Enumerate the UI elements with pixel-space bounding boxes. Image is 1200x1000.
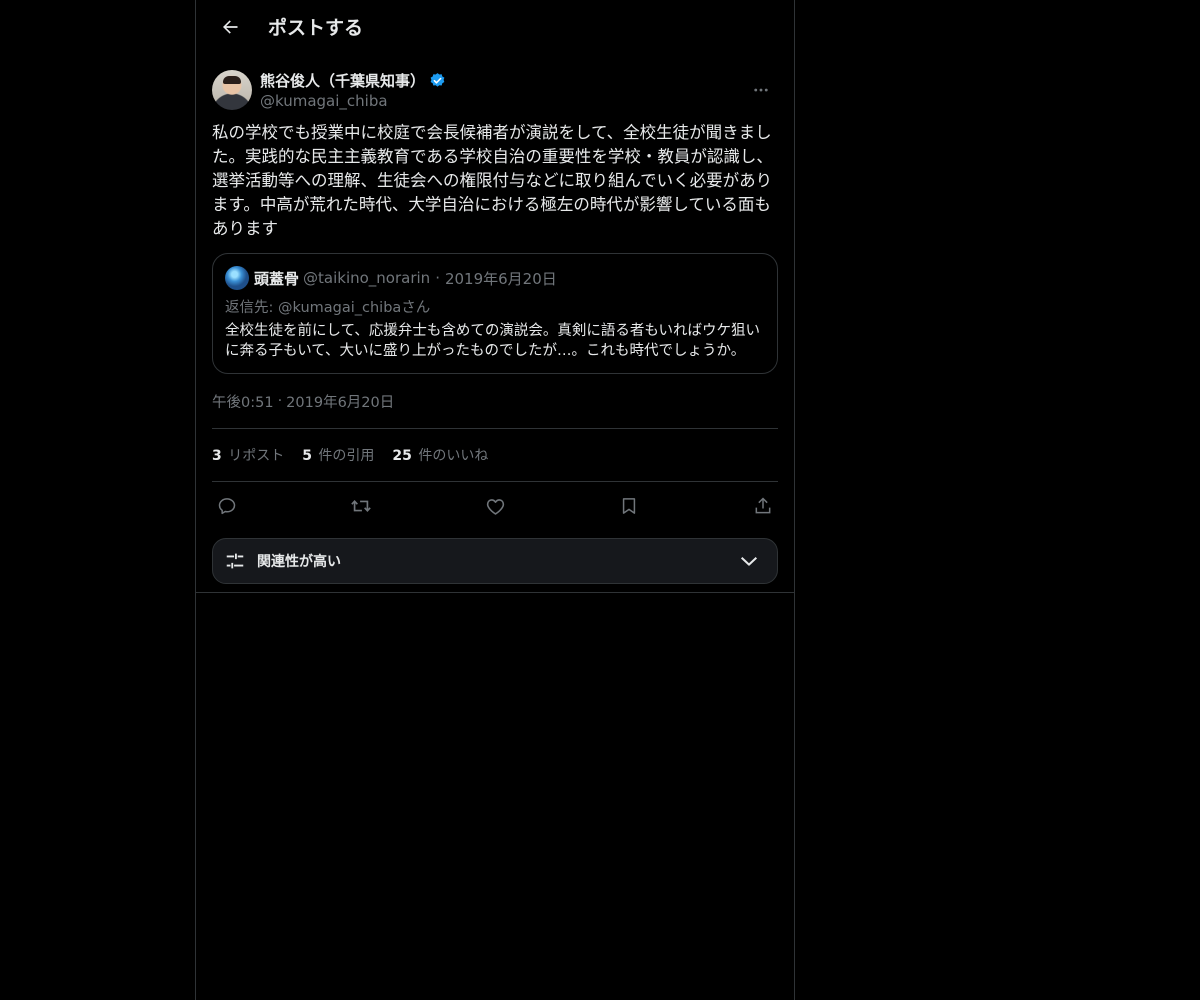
bookmark-icon bbox=[622, 498, 636, 514]
quote-author-name: 頭蓋骨 bbox=[254, 269, 300, 288]
author-name[interactable]: 熊谷俊人（千葉県知事） bbox=[260, 70, 425, 91]
chevron-down-icon bbox=[737, 549, 761, 573]
sliders-icon bbox=[223, 549, 247, 573]
quotes-label: 件の引用 bbox=[318, 448, 375, 464]
action-bar bbox=[212, 482, 778, 530]
reply-sort-dropdown[interactable]: 関連性が高い bbox=[212, 538, 778, 584]
post: 熊谷俊人（千葉県知事） @kumagai_chiba 私の学校でも授業中に校庭で… bbox=[196, 64, 794, 584]
reposts-count: 3 bbox=[212, 448, 222, 464]
quote-reply-to: 返信先: @kumagai_chibaさん bbox=[225, 300, 431, 316]
post-timestamp: 午後0:51 · 2019年6月20日 bbox=[212, 390, 778, 412]
engagement-stats: 3 リポスト 5 件の引用 25 件のいいね bbox=[212, 429, 778, 481]
quotes-count: 5 bbox=[302, 448, 312, 464]
more-options-button[interactable] bbox=[744, 73, 778, 107]
quote-author-handle: @taikino_norarin bbox=[303, 269, 431, 287]
reply-icon bbox=[218, 498, 236, 515]
author-row: 熊谷俊人（千葉県知事） @kumagai_chiba bbox=[212, 64, 778, 116]
likes-stat[interactable]: 25 件のいいね bbox=[392, 445, 488, 465]
quote-avatar bbox=[225, 266, 249, 290]
share-button[interactable] bbox=[752, 495, 774, 517]
quote-date: 2019年6月20日 bbox=[444, 269, 557, 288]
page-header: ポストする bbox=[196, 0, 794, 53]
quote-text: 全校生徒を前にして、応援弁士も含めての演説会。真剣に語る者もいればウケ狙いに奔る… bbox=[225, 323, 761, 359]
quoted-post[interactable]: 頭蓋骨 @taikino_norarin · 2019年6月20日 返信先: @… bbox=[212, 253, 778, 374]
separator-dot: · bbox=[435, 269, 440, 287]
arrow-left-icon bbox=[223, 19, 238, 34]
quote-header: 頭蓋骨 @taikino_norarin · 2019年6月20日 bbox=[225, 266, 765, 290]
avatar[interactable] bbox=[212, 70, 252, 110]
back-button[interactable] bbox=[212, 9, 248, 45]
timeline-column: ポストする 熊谷俊人（千葉県知事） @kumagai_chiba 私の学校でも授… bbox=[195, 0, 795, 1000]
page-title: ポストする bbox=[268, 17, 364, 39]
reposts-label: リポスト bbox=[228, 448, 285, 464]
reposts-stat[interactable]: 3 リポスト bbox=[212, 445, 284, 465]
like-button[interactable] bbox=[484, 495, 506, 517]
post-time[interactable]: 午後0:51 bbox=[212, 391, 274, 412]
name-line: 熊谷俊人（千葉県知事） bbox=[260, 70, 446, 91]
post-date[interactable]: 2019年6月20日 bbox=[286, 391, 394, 412]
likes-count: 25 bbox=[392, 448, 412, 464]
more-dots-icon bbox=[754, 88, 768, 92]
verified-badge-icon[interactable] bbox=[429, 72, 446, 89]
reply-button[interactable] bbox=[216, 495, 238, 517]
repost-icon bbox=[351, 500, 371, 512]
repost-button[interactable] bbox=[350, 495, 372, 517]
sort-label: 関連性が高い bbox=[257, 554, 341, 570]
author-handle[interactable]: @kumagai_chiba bbox=[260, 92, 446, 110]
like-icon bbox=[486, 498, 504, 515]
divider bbox=[196, 592, 794, 593]
author-info: 熊谷俊人（千葉県知事） @kumagai_chiba bbox=[260, 70, 446, 110]
post-text: 私の学校でも授業中に校庭で会長候補者が演説をして、全校生徒が聞きました。実践的な… bbox=[212, 123, 773, 238]
bookmark-button[interactable] bbox=[618, 495, 640, 517]
quotes-stat[interactable]: 5 件の引用 bbox=[302, 445, 374, 465]
share-icon bbox=[755, 497, 771, 514]
likes-label: 件のいいね bbox=[418, 448, 489, 464]
separator-dot: · bbox=[277, 393, 283, 409]
